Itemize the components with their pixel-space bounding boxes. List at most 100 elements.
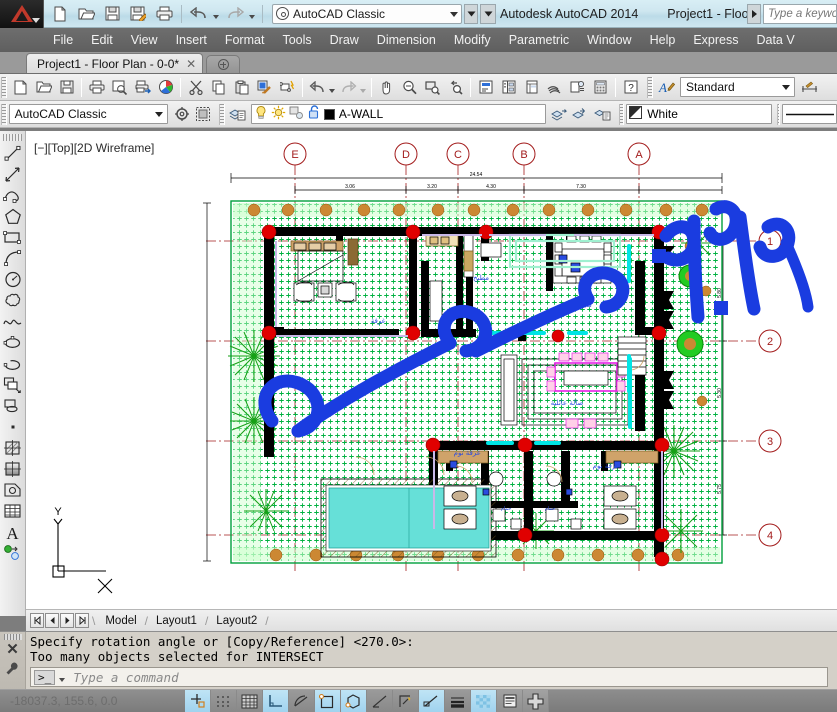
layer-selector[interactable]: A-WALL [250, 104, 547, 124]
save-icon[interactable] [100, 2, 124, 26]
add-selected-icon[interactable] [2, 542, 24, 563]
coordinate-display[interactable]: -18037.3, 155.6, 0.0 [0, 694, 185, 708]
quickcalc-icon[interactable] [589, 76, 612, 99]
viewport-freeze-icon[interactable] [289, 106, 304, 123]
object-snap-tracking-button[interactable] [367, 689, 393, 712]
layer-make-current-icon[interactable] [570, 103, 591, 126]
menu-parametric[interactable]: Parametric [500, 30, 578, 50]
menu-draw[interactable]: Draw [321, 30, 368, 50]
insert-block-icon[interactable] [2, 374, 24, 395]
zoom-window-icon[interactable] [421, 76, 444, 99]
line-icon[interactable] [2, 143, 24, 164]
workspace-lock-icon[interactable] [192, 103, 213, 126]
layer-color-swatch[interactable] [323, 108, 335, 120]
paste-icon[interactable] [230, 76, 253, 99]
save-icon[interactable] [55, 76, 78, 99]
gradient-icon[interactable] [2, 458, 24, 479]
menu-insert[interactable]: Insert [167, 30, 216, 50]
layout-tab-layout2[interactable]: Layout2 [208, 615, 265, 627]
menu-help[interactable]: Help [641, 30, 685, 50]
grid-display-button[interactable] [237, 689, 263, 712]
3d-object-snap-button[interactable] [341, 689, 367, 712]
layers-toolbar-grip[interactable] [219, 103, 225, 125]
undo-dropdown-icon[interactable] [329, 89, 335, 93]
plot-preview-icon[interactable] [108, 76, 131, 99]
menu-window[interactable]: Window [578, 30, 640, 50]
command-input[interactable]: >_ Type a command [30, 667, 828, 687]
circle-icon[interactable] [2, 269, 24, 290]
ortho-mode-button[interactable] [263, 689, 289, 712]
ellipse-arc-icon[interactable] [2, 353, 24, 374]
quick-properties-button[interactable] [497, 689, 523, 712]
infocenter-expand-button[interactable] [747, 3, 761, 24]
dynamic-ucs-button[interactable] [393, 689, 419, 712]
search-input[interactable]: Type a keyword or phrase [763, 3, 837, 24]
pan-icon[interactable] [375, 76, 398, 99]
command-window-grip[interactable] [3, 634, 22, 640]
undo-dropdown-icon[interactable] [213, 14, 219, 19]
help-icon[interactable]: ? [619, 76, 642, 99]
undo-icon[interactable] [306, 76, 329, 99]
plot-icon[interactable] [152, 2, 176, 26]
color-selector[interactable]: White [626, 104, 772, 124]
draw-toolbar-grip[interactable] [3, 134, 22, 141]
text-style-selector[interactable]: Standard [680, 77, 795, 97]
chevron-down-icon[interactable] [59, 678, 66, 682]
file-tab-project1[interactable]: Project1 - Floor Plan - 0-0* ✕ [26, 53, 204, 73]
qat-customize-button[interactable] [464, 3, 478, 24]
plot-icon[interactable] [85, 76, 108, 99]
open-icon[interactable] [74, 2, 98, 26]
copy-icon[interactable] [207, 76, 230, 99]
ellipse-icon[interactable] [2, 332, 24, 353]
menu-tools[interactable]: Tools [273, 30, 320, 50]
infer-constraints-button[interactable] [185, 689, 211, 712]
dynamic-input-button[interactable] [419, 689, 445, 712]
linetype-selector[interactable] [782, 104, 837, 124]
workspace-dropdown[interactable]: AutoCAD Classic [8, 104, 169, 124]
menu-express[interactable]: Express [684, 30, 747, 50]
menu-dimension[interactable]: Dimension [368, 30, 445, 50]
menu-edit[interactable]: Edit [82, 30, 122, 50]
spline-icon[interactable] [2, 311, 24, 332]
sheet-set-icon[interactable] [543, 76, 566, 99]
text-style-icon[interactable]: A [655, 76, 678, 99]
linetype-grip[interactable] [776, 103, 781, 125]
close-icon[interactable]: ✕ [6, 642, 19, 657]
object-snap-button[interactable] [315, 689, 341, 712]
table-icon[interactable] [2, 500, 24, 521]
new-tab-button[interactable] [206, 55, 241, 73]
snap-mode-button[interactable] [211, 689, 237, 712]
properties-icon[interactable] [474, 76, 497, 99]
region-icon[interactable] [2, 479, 24, 500]
block-editor-icon[interactable] [276, 76, 299, 99]
qat-expand-button[interactable] [480, 3, 496, 24]
revision-cloud-icon[interactable] [2, 290, 24, 311]
make-block-icon[interactable] [2, 395, 24, 416]
construction-line-icon[interactable] [2, 164, 24, 185]
redo-dropdown-icon[interactable] [360, 89, 366, 93]
tool-palettes-icon[interactable] [520, 76, 543, 99]
rectangle-icon[interactable] [2, 227, 24, 248]
menu-format[interactable]: Format [216, 30, 274, 50]
new-icon[interactable] [9, 76, 32, 99]
polygon-icon[interactable] [2, 206, 24, 227]
open-icon[interactable] [32, 76, 55, 99]
styles-toolbar-grip[interactable] [647, 76, 653, 98]
dimension-style-icon[interactable] [798, 76, 821, 99]
markup-set-icon[interactable] [566, 76, 589, 99]
workspace-settings-icon[interactable] [171, 103, 192, 126]
drawing-canvas[interactable]: [−][Top][2D Wireframe] E D C B A 1 2 3 4… [26, 131, 837, 616]
layout-tab-layout1[interactable]: Layout1 [148, 615, 205, 627]
unlock-icon[interactable] [308, 105, 321, 123]
zoom-realtime-icon[interactable] [398, 76, 421, 99]
menu-file[interactable]: File [44, 30, 82, 50]
redo-icon[interactable] [337, 76, 360, 99]
customize-icon[interactable] [5, 661, 20, 679]
layer-properties-icon[interactable] [227, 103, 248, 126]
prev-layout-button[interactable] [45, 613, 59, 628]
redo-icon[interactable] [223, 2, 247, 26]
polyline-icon[interactable] [2, 185, 24, 206]
save-as-icon[interactable] [126, 2, 150, 26]
zoom-previous-icon[interactable] [444, 76, 467, 99]
multiline-text-icon[interactable]: A [2, 521, 24, 542]
